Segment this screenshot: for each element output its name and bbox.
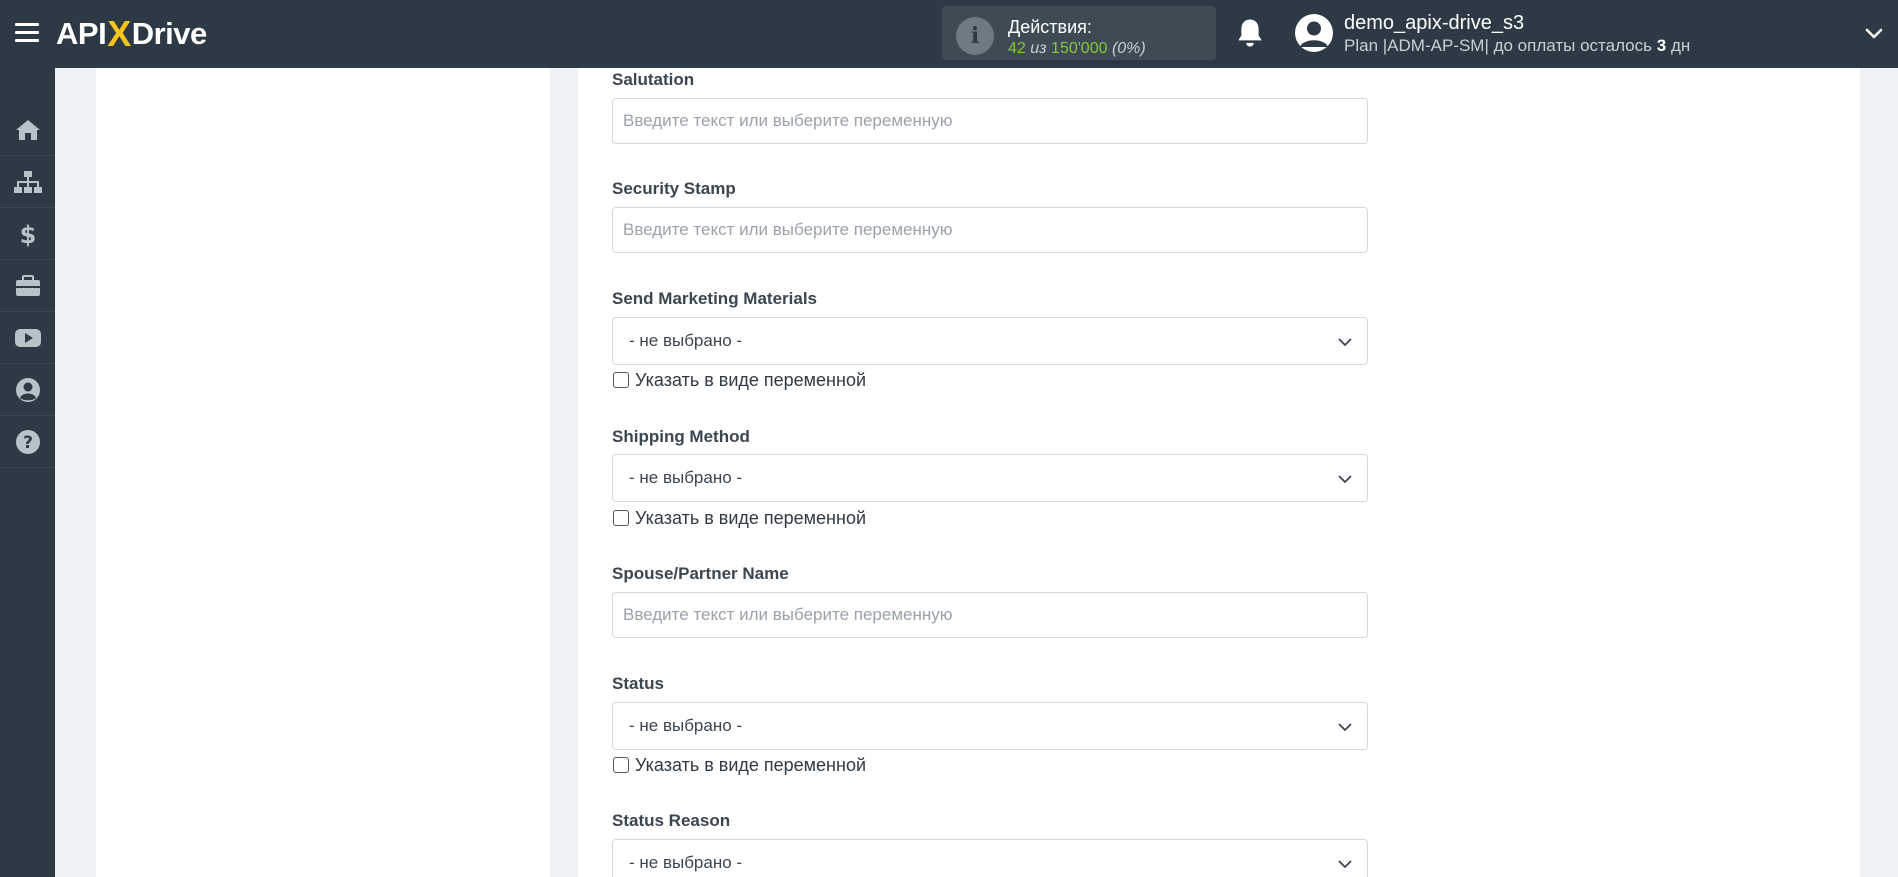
status-reason-select[interactable]: - не выбрано - <box>612 839 1368 877</box>
sidebar-item-help[interactable]: ? <box>0 416 55 468</box>
help-icon: ? <box>15 429 40 454</box>
status-as-variable[interactable]: Указать в виде переменной <box>613 754 866 776</box>
status-as-variable-checkbox[interactable] <box>613 757 629 773</box>
shipping-method-as-variable-checkbox[interactable] <box>613 510 629 526</box>
sidebar-item-home[interactable] <box>0 104 55 156</box>
status-select-value: - не выбрано - <box>629 716 743 735</box>
actions-percent: (0%) <box>1111 40 1146 57</box>
actions-stats: 42 из 150'000 (0%) <box>1008 40 1146 58</box>
sitemap-icon <box>13 170 42 193</box>
actions-used: 42 <box>1008 40 1026 57</box>
send-marketing-label: Send Marketing Materials <box>612 289 818 308</box>
send-marketing-select-value: - не выбрано - <box>629 331 743 350</box>
avatar[interactable] <box>1295 14 1333 52</box>
dollar-icon: $ <box>19 221 36 247</box>
youtube-icon <box>14 328 41 347</box>
shipping-method-as-variable[interactable]: Указать в виде переменной <box>613 507 866 529</box>
security-stamp-input[interactable] <box>612 207 1368 253</box>
salutation-input[interactable] <box>612 98 1368 144</box>
left-panel <box>96 68 550 877</box>
user-icon <box>1300 21 1328 47</box>
sidebar: $ ? <box>0 68 55 877</box>
info-icon: i <box>956 17 994 55</box>
salutation-label: Salutation <box>612 70 695 89</box>
sidebar-item-video[interactable] <box>0 312 55 364</box>
home-icon <box>15 119 40 140</box>
security-stamp-label: Security Stamp <box>612 179 736 198</box>
menu-icon[interactable] <box>15 23 39 43</box>
shipping-method-label: Shipping Method <box>612 427 750 446</box>
plan-prefix: Plan |ADM-AP-SM| до оплаты осталось <box>1344 36 1652 55</box>
sidebar-item-profile[interactable] <box>0 364 55 416</box>
svg-text:?: ? <box>23 433 33 453</box>
shipping-method-as-variable-label: Указать в виде переменной <box>635 507 867 528</box>
chevron-down-icon <box>1338 475 1352 484</box>
actions-of: из <box>1030 40 1047 57</box>
apix-drive-logo[interactable]: API X Drive <box>56 9 207 59</box>
status-reason-select-value: - не выбрано - <box>629 853 743 872</box>
plan-days: 3 <box>1656 36 1667 55</box>
briefcase-icon <box>15 274 40 296</box>
send-marketing-as-variable[interactable]: Указать в виде переменной <box>613 369 866 391</box>
sidebar-item-billing[interactable]: $ <box>0 208 55 260</box>
actions-title: Действия: <box>1008 17 1092 37</box>
send-marketing-as-variable-checkbox[interactable] <box>613 372 629 388</box>
sidebar-item-connections[interactable] <box>0 156 55 208</box>
shipping-method-select-value: - не выбрано - <box>629 468 743 487</box>
send-marketing-select[interactable]: - не выбрано - <box>612 317 1368 365</box>
status-label: Status <box>612 674 664 693</box>
plan-info: Plan |ADM-AP-SM| до оплаты осталось 3 дн <box>1344 36 1690 56</box>
actions-counter[interactable]: i Действия: 42 из 150'000 (0%) <box>942 6 1216 60</box>
chevron-down-icon <box>1338 338 1352 347</box>
username[interactable]: demo_apix-drive_s3 <box>1344 12 1524 35</box>
svg-text:$: $ <box>19 221 36 247</box>
chevron-down-icon <box>1338 723 1352 732</box>
logo-text-x: X <box>107 13 131 54</box>
plan-suffix: дн <box>1670 36 1691 55</box>
shipping-method-select[interactable]: - не выбрано - <box>612 454 1368 502</box>
send-marketing-as-variable-label: Указать в виде переменной <box>635 369 867 390</box>
logo-text-left: API <box>56 16 107 51</box>
spouse-name-label: Spouse/Partner Name <box>612 564 789 583</box>
spouse-name-input[interactable] <box>612 592 1368 638</box>
actions-total: 150'000 <box>1051 40 1108 57</box>
user-circle-icon <box>15 377 40 402</box>
status-reason-label: Status Reason <box>612 811 731 830</box>
top-bar: API X Drive i Действия: 42 из 150'000 (0%)… <box>0 0 1898 68</box>
status-as-variable-label: Указать в виде переменной <box>635 754 867 775</box>
chevron-down-icon <box>1338 860 1352 869</box>
sidebar-item-briefcase[interactable] <box>0 260 55 312</box>
bell-icon[interactable] <box>1235 17 1265 49</box>
status-select[interactable]: - не выбрано - <box>612 702 1368 750</box>
logo-text-right: Drive <box>131 16 208 51</box>
chevron-down-icon[interactable] <box>1864 24 1884 44</box>
